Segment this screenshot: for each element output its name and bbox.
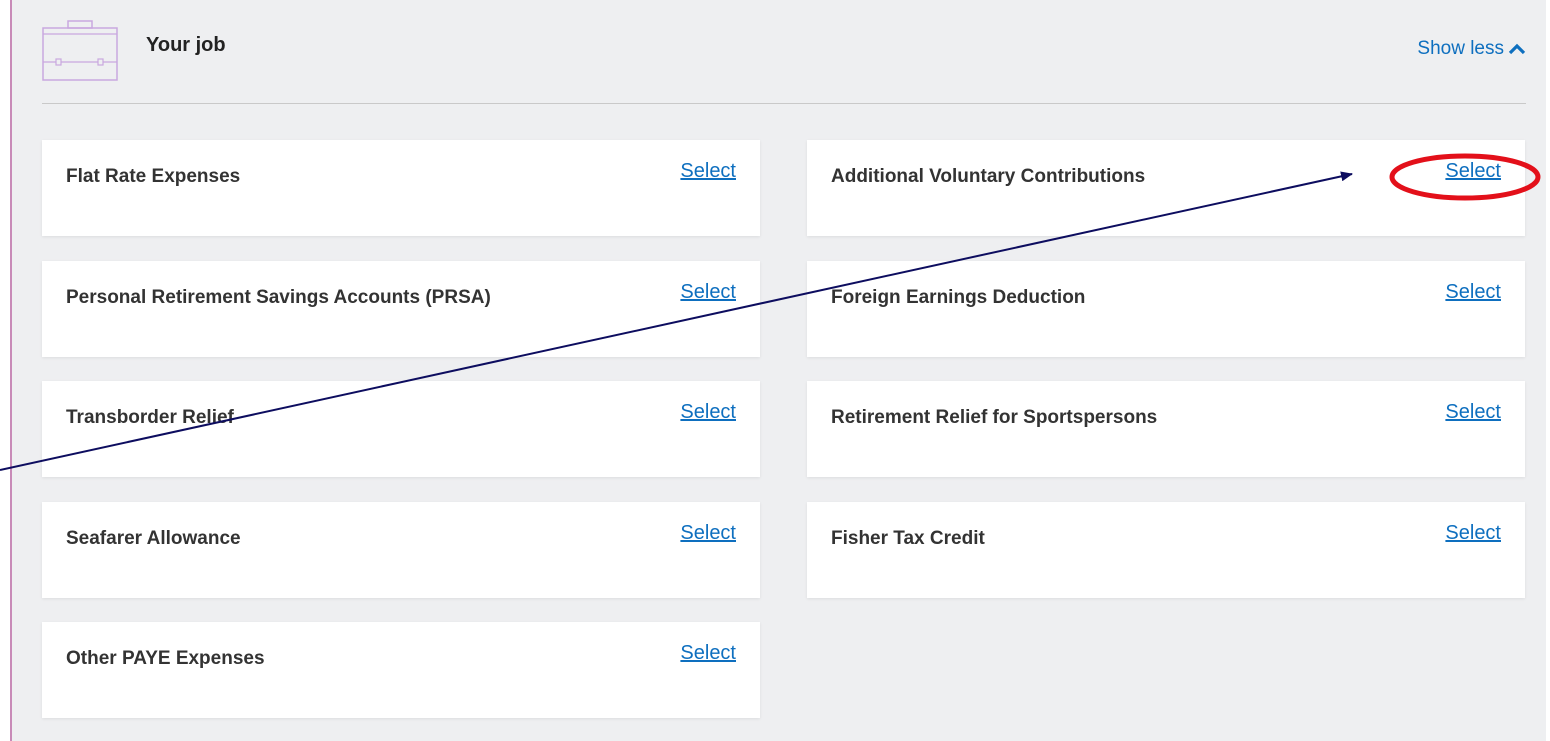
option-card-prsa: Personal Retirement Savings Accounts (PR… [42, 261, 760, 357]
select-link[interactable]: Select [1445, 401, 1501, 424]
option-title: Transborder Relief [66, 407, 234, 428]
option-title: Flat Rate Expenses [66, 166, 241, 187]
show-less-label: Show less [1417, 38, 1504, 59]
show-less-toggle[interactable]: Show less [1417, 38, 1526, 60]
your-job-panel: Your job Show less Flat Rate Expenses Se… [10, 0, 1546, 741]
select-link[interactable]: Select [680, 401, 736, 424]
option-card-fisher-tax-credit: Fisher Tax Credit Select [807, 502, 1525, 598]
option-card-transborder-relief: Transborder Relief Select [42, 381, 760, 477]
option-title: Fisher Tax Credit [831, 528, 985, 549]
option-title: Personal Retirement Savings Accounts (PR… [66, 287, 491, 308]
select-link[interactable]: Select [680, 281, 736, 304]
select-link[interactable]: Select [1445, 160, 1501, 183]
option-title: Retirement Relief for Sportspersons [831, 407, 1158, 428]
select-link[interactable]: Select [1445, 281, 1501, 304]
option-card-retirement-relief-sportspersons: Retirement Relief for Sportspersons Sele… [807, 381, 1525, 477]
section-title: Your job [146, 34, 226, 56]
section-header: Your job Show less [42, 0, 1526, 104]
briefcase-icon [42, 20, 118, 81]
select-link[interactable]: Select [1445, 522, 1501, 545]
option-card-flat-rate-expenses: Flat Rate Expenses Select [42, 140, 760, 236]
chevron-up-icon [1508, 43, 1526, 55]
option-card-other-paye-expenses: Other PAYE Expenses Select [42, 622, 760, 718]
select-link[interactable]: Select [680, 642, 736, 665]
option-title: Additional Voluntary Contributions [831, 166, 1146, 187]
option-title: Seafarer Allowance [66, 528, 241, 549]
option-title: Other PAYE Expenses [66, 648, 265, 669]
select-link[interactable]: Select [680, 160, 736, 183]
option-card-foreign-earnings-deduction: Foreign Earnings Deduction Select [807, 261, 1525, 357]
option-card-additional-voluntary-contributions: Additional Voluntary Contributions Selec… [807, 140, 1525, 236]
select-link[interactable]: Select [680, 522, 736, 545]
option-card-seafarer-allowance: Seafarer Allowance Select [42, 502, 760, 598]
option-title: Foreign Earnings Deduction [831, 287, 1086, 308]
